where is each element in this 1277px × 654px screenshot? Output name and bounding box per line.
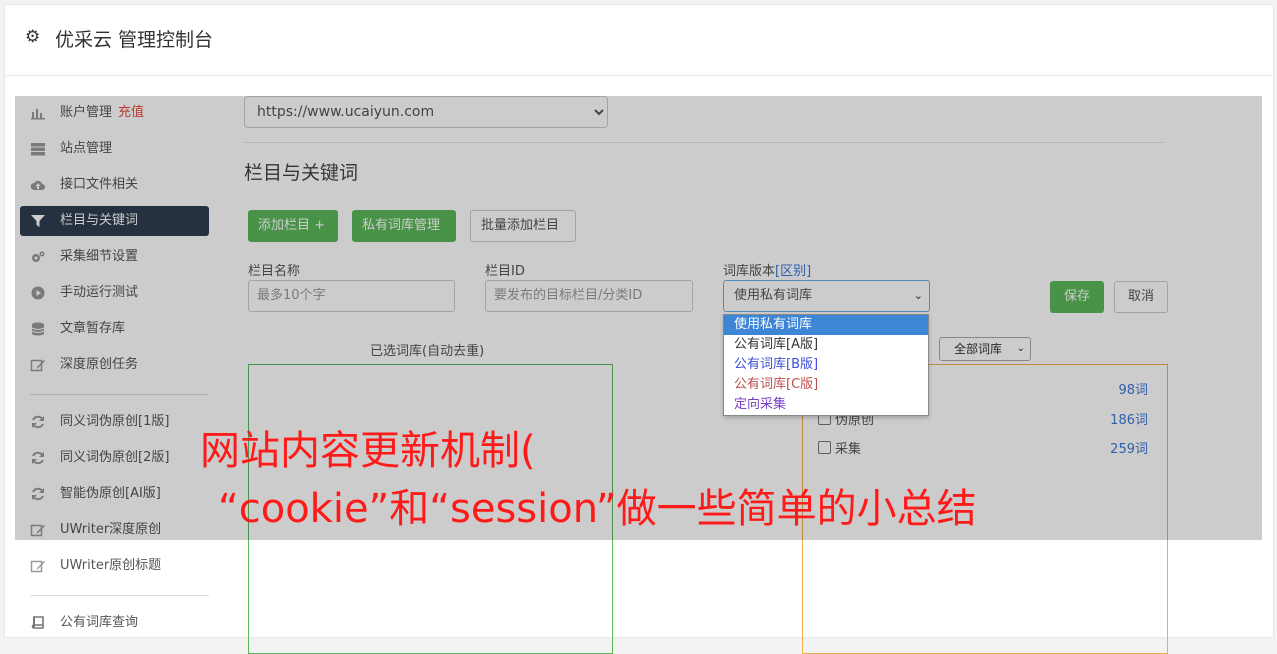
sidebar-item-uwriter-title[interactable]: UWriter原创标题 bbox=[20, 551, 209, 581]
page-header: ⚙ 优采云 管理控制台 bbox=[5, 5, 1273, 76]
dropdown-option-public-c[interactable]: 公有词库[C版] bbox=[724, 375, 928, 395]
book-icon bbox=[31, 616, 44, 629]
page-title: 优采云 管理控制台 bbox=[55, 29, 214, 51]
edit-icon bbox=[30, 560, 45, 573]
dropdown-option-public-a[interactable]: 公有词库[A版] bbox=[724, 335, 928, 355]
caption-line-2: “cookie”和“session”做一些简单的小总结 bbox=[218, 486, 977, 532]
caption-line-1: 网站内容更新机制( bbox=[200, 428, 536, 474]
sidebar-item-label: 公有词库查询 bbox=[60, 615, 139, 630]
sidebar-item-public-lib-query[interactable]: 公有词库查询 bbox=[20, 608, 209, 638]
dropdown-option-directed[interactable]: 定向采集 bbox=[724, 395, 928, 415]
dropdown-option-private[interactable]: 使用私有词库 bbox=[724, 315, 928, 335]
sidebar-divider bbox=[30, 595, 209, 596]
sidebar-item-label: UWriter原创标题 bbox=[60, 558, 162, 573]
dropdown-option-public-b[interactable]: 公有词库[B版] bbox=[724, 355, 928, 375]
gear-icon: ⚙ bbox=[25, 27, 41, 47]
lib-version-dropdown[interactable]: 使用私有词库 公有词库[A版] 公有词库[B版] 公有词库[C版] 定向采集 bbox=[723, 314, 929, 416]
